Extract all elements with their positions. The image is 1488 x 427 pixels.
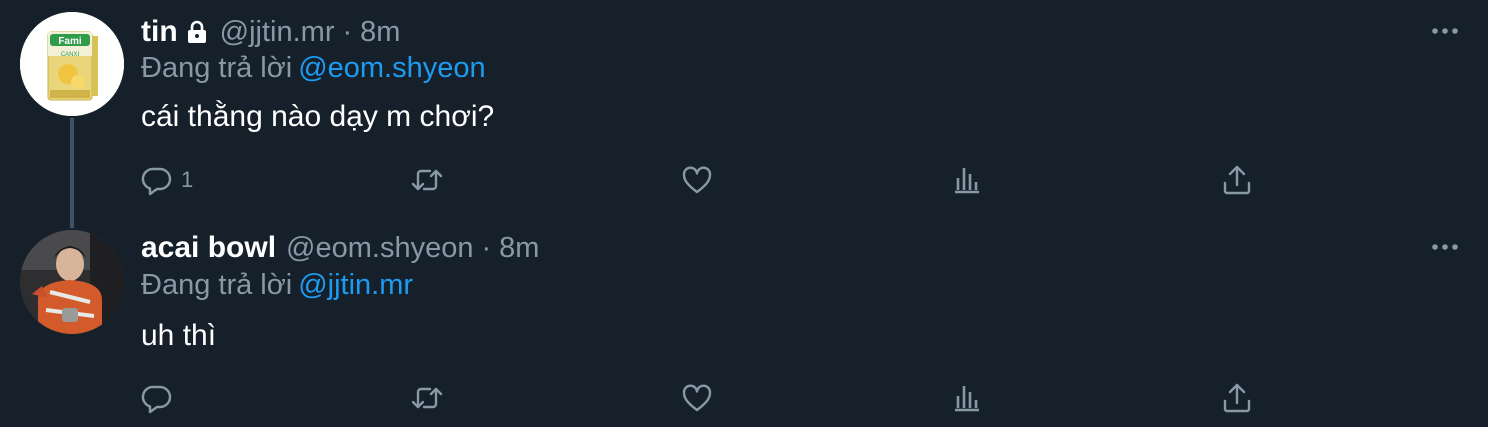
share-button[interactable] — [1221, 162, 1253, 198]
user-handle[interactable]: @eom.shyeon — [286, 232, 473, 265]
tweet-header: acai bowl @eom.shyeon · 8m — [141, 230, 539, 266]
display-name[interactable]: acai bowl — [141, 231, 276, 265]
replying-to-label: Đang trả lời — [141, 269, 293, 301]
share-icon — [1223, 165, 1251, 195]
analytics-icon — [955, 386, 979, 412]
tweet-text: uh thì — [141, 319, 217, 352]
display-name[interactable]: tin — [141, 15, 178, 49]
avatar[interactable] — [20, 230, 124, 334]
more-icon — [1432, 244, 1458, 250]
retweet-icon — [411, 387, 443, 409]
reply-mention-link[interactable]: @eom.shyeon — [298, 52, 485, 84]
separator-dot: · — [481, 231, 492, 264]
replying-to: Đang trả lời @eom.shyeon — [141, 52, 486, 85]
tweet-actions: 1 — [141, 162, 1251, 198]
timestamp[interactable]: 8m — [499, 232, 539, 265]
reply-icon — [141, 167, 172, 196]
avatar-image — [20, 230, 124, 334]
more-options-button[interactable] — [1430, 16, 1460, 46]
timestamp[interactable]: 8m — [360, 16, 400, 49]
analytics-button[interactable] — [951, 162, 983, 198]
user-handle[interactable]: @jjtin.mr — [220, 16, 335, 49]
retweet-icon — [411, 169, 443, 191]
more-options-button[interactable] — [1430, 232, 1460, 262]
thread-connector-line — [70, 118, 74, 228]
like-button[interactable] — [681, 380, 713, 416]
tweet[interactable]: acai bowl @eom.shyeon · 8m Đang trả lời @… — [0, 215, 1488, 427]
heart-icon — [682, 166, 712, 194]
tweet-text: cái thằng nào dạy m chơi? — [141, 100, 495, 133]
separator-dot: · — [342, 15, 353, 48]
replying-to: Đang trả lời @jjtin.mr — [141, 269, 413, 302]
more-icon — [1432, 28, 1458, 34]
share-button[interactable] — [1221, 380, 1253, 416]
avatar[interactable]: Fami CANXI — [20, 12, 124, 116]
reply-button[interactable]: 1 — [141, 162, 193, 198]
heart-icon — [682, 384, 712, 412]
avatar-brand-text: Fami — [58, 36, 82, 47]
retweet-button[interactable] — [411, 380, 443, 416]
reply-button[interactable] — [141, 380, 181, 416]
like-button[interactable] — [681, 162, 713, 198]
reply-count: 1 — [181, 167, 194, 192]
replying-to-label: Đang trả lời — [141, 52, 293, 84]
reply-mention-link[interactable]: @jjtin.mr — [298, 269, 413, 301]
tweet-thread: Fami CANXI tin @jjtin.mr · 8m Đang trả l… — [0, 0, 1488, 427]
tweet-header: tin @jjtin.mr · 8m — [141, 14, 400, 50]
avatar-image: Fami CANXI — [20, 12, 124, 116]
avatar-sub-text: CANXI — [61, 52, 80, 58]
analytics-button[interactable] — [951, 380, 983, 416]
lock-icon — [184, 19, 210, 45]
analytics-icon — [955, 168, 979, 194]
tweet-actions — [141, 380, 1251, 416]
tweet[interactable]: Fami CANXI tin @jjtin.mr · 8m Đang trả l… — [0, 0, 1488, 228]
retweet-button[interactable] — [411, 162, 443, 198]
share-icon — [1223, 383, 1251, 413]
reply-icon — [141, 385, 172, 414]
